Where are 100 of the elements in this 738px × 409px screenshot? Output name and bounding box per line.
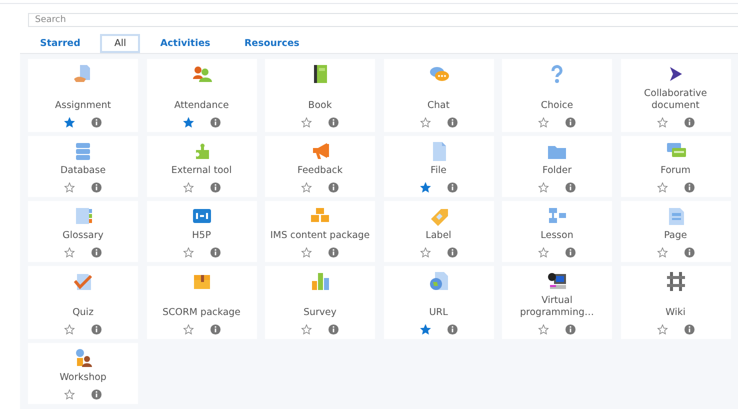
star-icon[interactable]	[538, 247, 549, 258]
info-icon[interactable]	[91, 389, 102, 400]
module-label: Database	[60, 164, 106, 177]
star-icon[interactable]	[420, 324, 430, 335]
star-icon[interactable]	[420, 247, 430, 258]
info-icon[interactable]	[565, 247, 576, 258]
module-card[interactable]: URL	[384, 266, 494, 339]
star-icon[interactable]	[301, 117, 312, 128]
star-icon[interactable]	[656, 247, 668, 258]
module-label: Glossary	[62, 229, 104, 242]
module-card[interactable]: Folder	[502, 136, 612, 197]
info-icon[interactable]	[684, 182, 694, 193]
module-card[interactable]: Virtual programming…	[502, 266, 612, 339]
module-label: IMS content package	[270, 229, 370, 242]
module-card[interactable]: Forum	[620, 136, 730, 197]
module-card[interactable]: Assignment	[28, 59, 138, 132]
info-icon[interactable]	[328, 117, 339, 128]
info-icon[interactable]	[684, 324, 694, 335]
info-icon[interactable]	[565, 324, 576, 335]
module-label: Forum	[660, 164, 691, 177]
info-icon[interactable]	[91, 182, 102, 193]
module-card[interactable]: SCORM package	[146, 266, 256, 339]
module-card[interactable]: Label	[384, 201, 494, 262]
module-label: Quiz	[72, 306, 94, 319]
module-card[interactable]: Database	[28, 136, 138, 197]
info-icon[interactable]	[328, 324, 339, 335]
module-label: Folder	[542, 164, 572, 177]
star-icon[interactable]	[182, 117, 194, 128]
module-label: Lesson	[540, 229, 574, 242]
module-card[interactable]: Wiki	[620, 266, 730, 339]
module-card[interactable]: Book	[265, 59, 375, 132]
module-card[interactable]: File	[384, 136, 494, 197]
module-label: Book	[308, 99, 332, 112]
info-icon[interactable]	[210, 247, 220, 258]
info-icon[interactable]	[91, 247, 102, 258]
module-label: Wiki	[666, 306, 686, 319]
module-label: Virtual programming…	[519, 294, 595, 319]
info-icon[interactable]	[684, 247, 694, 258]
star-icon[interactable]	[182, 182, 194, 193]
info-icon[interactable]	[446, 117, 458, 128]
info-icon[interactable]	[446, 324, 458, 335]
computer-icon	[546, 270, 568, 292]
info-icon[interactable]	[328, 247, 339, 258]
info-icon[interactable]	[210, 117, 220, 128]
star-icon[interactable]	[538, 117, 549, 128]
star-icon[interactable]	[301, 182, 312, 193]
module-card[interactable]: Page	[620, 201, 730, 262]
module-card[interactable]: Workshop	[28, 343, 138, 404]
info-icon[interactable]	[210, 182, 220, 193]
tab[interactable]: All	[100, 34, 140, 53]
module-card[interactable]: Lesson	[502, 201, 612, 262]
star-icon[interactable]	[538, 324, 549, 335]
module-label: Survey	[303, 306, 337, 319]
module-card[interactable]: Chat	[384, 59, 494, 132]
info-icon[interactable]	[91, 324, 102, 335]
star-icon[interactable]	[64, 117, 75, 128]
module-card[interactable]: Quiz	[28, 266, 138, 339]
module-label: Assignment	[55, 99, 111, 112]
module-card[interactable]: H5P	[146, 201, 256, 262]
module-label: Choice	[540, 99, 574, 112]
info-icon[interactable]	[91, 117, 102, 128]
info-icon[interactable]	[328, 182, 339, 193]
star-icon[interactable]	[64, 389, 75, 400]
globe-icon	[428, 270, 450, 292]
star-icon[interactable]	[64, 324, 75, 335]
star-icon[interactable]	[420, 117, 430, 128]
info-icon[interactable]	[565, 182, 576, 193]
module-card[interactable]: IMS content package	[265, 201, 375, 262]
info-icon[interactable]	[446, 182, 458, 193]
star-icon[interactable]	[301, 247, 312, 258]
star-icon[interactable]	[64, 247, 75, 258]
module-card[interactable]: Attendance	[146, 59, 256, 132]
star-icon[interactable]	[656, 324, 668, 335]
search-field[interactable]: Search	[28, 13, 738, 28]
star-icon[interactable]	[182, 324, 194, 335]
module-card[interactable]: Survey	[265, 266, 375, 339]
module-card[interactable]: Glossary	[28, 201, 138, 262]
star-icon[interactable]	[656, 182, 668, 193]
star-icon[interactable]	[420, 182, 430, 193]
info-icon[interactable]	[446, 247, 458, 258]
info-icon[interactable]	[684, 117, 694, 128]
module-card[interactable]: Feedback	[265, 136, 375, 197]
star-icon[interactable]	[182, 247, 194, 258]
module-card[interactable]: Collaborative document	[620, 59, 730, 132]
module-card[interactable]: Choice	[502, 59, 612, 132]
module-label: URL	[429, 306, 448, 319]
star-icon[interactable]	[656, 117, 668, 128]
star-icon[interactable]	[301, 324, 312, 335]
info-icon[interactable]	[565, 117, 576, 128]
module-label: Label	[426, 229, 452, 242]
module-label: SCORM package	[162, 306, 241, 319]
star-icon[interactable]	[538, 182, 549, 193]
hashtag-icon	[664, 270, 686, 292]
module-label: H5P	[192, 229, 211, 242]
module-label: Collaborative document	[643, 87, 708, 112]
bar-chart-icon	[309, 270, 331, 292]
info-icon[interactable]	[210, 324, 220, 335]
star-icon[interactable]	[64, 182, 75, 193]
module-label: Attendance	[174, 99, 229, 112]
module-card[interactable]: External tool	[146, 136, 256, 197]
